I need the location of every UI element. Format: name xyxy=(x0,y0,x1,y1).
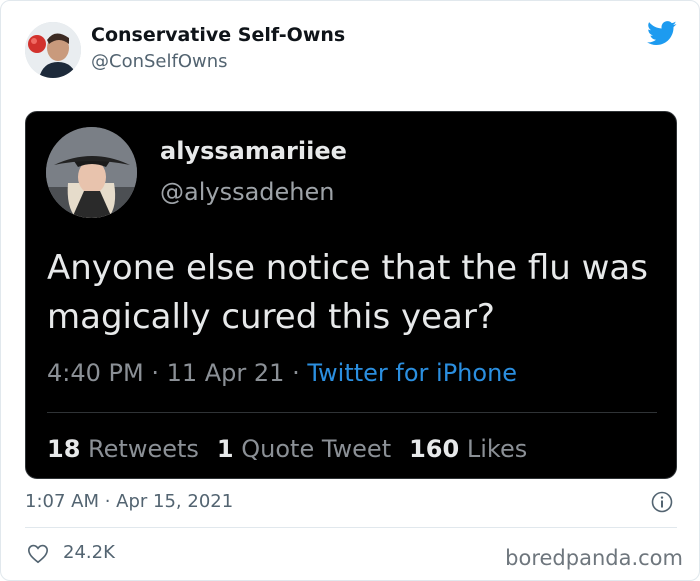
embedded-tweet-text: Anyone else notice that the flu was magi… xyxy=(47,248,648,337)
meta-separator: · xyxy=(284,359,308,387)
retweets-count[interactable]: 18 xyxy=(47,435,80,463)
likes-label[interactable]: Likes xyxy=(467,435,527,463)
embedded-tweet-card[interactable]: alyssamariiee @alyssadehen Anyone else n… xyxy=(25,111,677,479)
embedded-date[interactable]: 11 Apr 21 xyxy=(167,359,285,387)
outer-timestamp[interactable]: 1:07 AM · Apr 15, 2021 xyxy=(25,491,233,512)
tweet-embed-frame: Conservative Self-Owns @ConSelfOwns alys… xyxy=(0,0,700,581)
twitter-bird-icon[interactable] xyxy=(647,21,677,46)
embedded-divider xyxy=(47,412,657,413)
like-count[interactable]: 24.2K xyxy=(63,542,115,563)
meta-separator: · xyxy=(143,359,167,387)
outer-avatar[interactable] xyxy=(25,22,81,78)
embedded-tweet-meta: 4:40 PM · 11 Apr 21 · Twitter for iPhone xyxy=(47,359,517,387)
embedded-time[interactable]: 4:40 PM xyxy=(47,359,144,387)
likes-count[interactable]: 160 xyxy=(409,435,459,463)
watermark: boredpanda.com xyxy=(505,546,683,570)
heart-icon[interactable] xyxy=(27,543,49,564)
quotes-label[interactable]: Quote Tweet xyxy=(241,435,391,463)
info-icon[interactable] xyxy=(651,491,673,513)
embedded-handle[interactable]: @alyssadehen xyxy=(160,178,334,206)
outer-display-name[interactable]: Conservative Self-Owns xyxy=(91,24,345,46)
tweet-source-link[interactable]: Twitter for iPhone xyxy=(307,359,517,387)
embedded-stats: 18 Retweets 1 Quote Tweet 160 Likes xyxy=(47,435,527,463)
retweets-label[interactable]: Retweets xyxy=(88,435,199,463)
outer-handle[interactable]: @ConSelfOwns xyxy=(91,51,228,72)
outer-divider xyxy=(25,527,677,528)
embedded-avatar[interactable] xyxy=(46,127,137,218)
quotes-count[interactable]: 1 xyxy=(217,435,234,463)
embedded-display-name[interactable]: alyssamariiee xyxy=(160,137,347,165)
